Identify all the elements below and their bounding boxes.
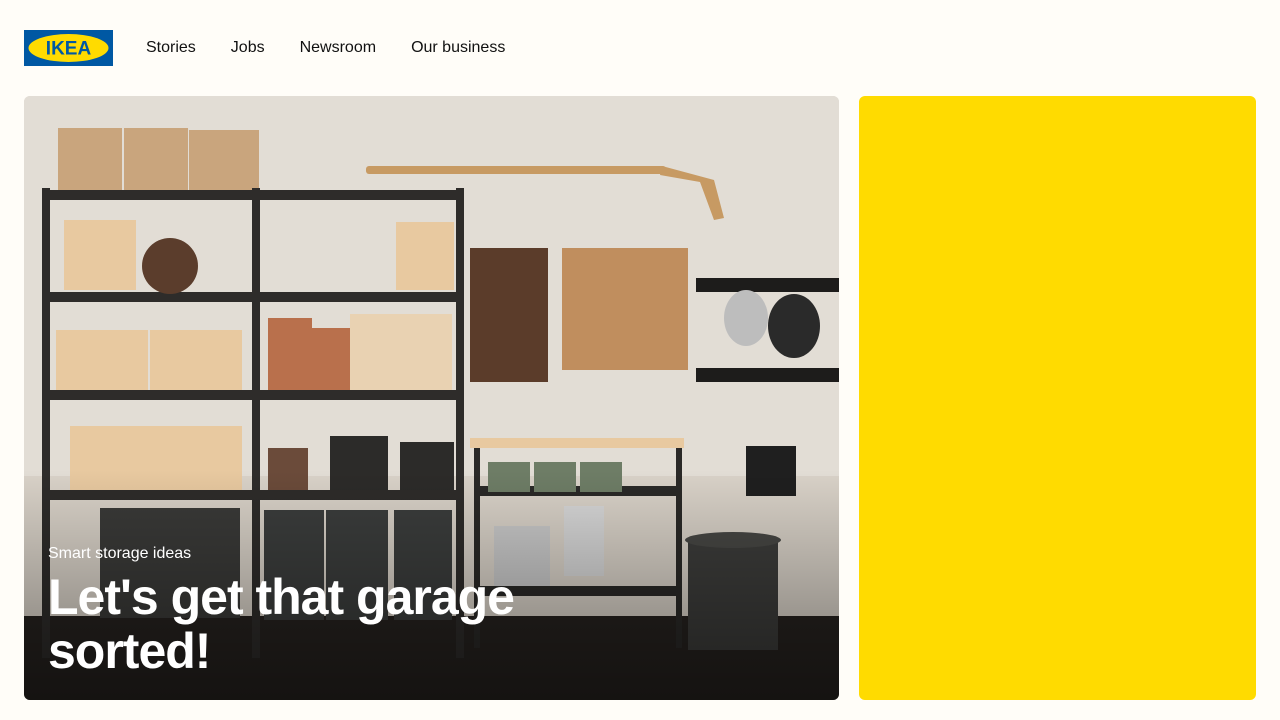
svg-text:IKEA: IKEA bbox=[46, 39, 92, 60]
hero-headline: Let's get that garage sorted! bbox=[48, 569, 515, 679]
nav-link-stories[interactable]: Stories bbox=[146, 38, 196, 58]
main-nav: Stories Jobs Newsroom Our business bbox=[146, 38, 540, 58]
hero-card[interactable]: Smart storage ideas Let's get that garag… bbox=[24, 96, 839, 700]
logo-icon: IKEA bbox=[24, 30, 113, 66]
nav-link-jobs[interactable]: Jobs bbox=[231, 38, 265, 58]
ikea-logo[interactable]: IKEA bbox=[24, 30, 113, 66]
promo-panel[interactable] bbox=[859, 96, 1256, 700]
nav-link-our-business[interactable]: Our business bbox=[411, 38, 505, 58]
nav-link-newsroom[interactable]: Newsroom bbox=[300, 38, 376, 58]
hero-eyebrow: Smart storage ideas bbox=[48, 545, 192, 562]
site-header: IKEA Stories Jobs Newsroom Our business bbox=[0, 0, 1280, 96]
